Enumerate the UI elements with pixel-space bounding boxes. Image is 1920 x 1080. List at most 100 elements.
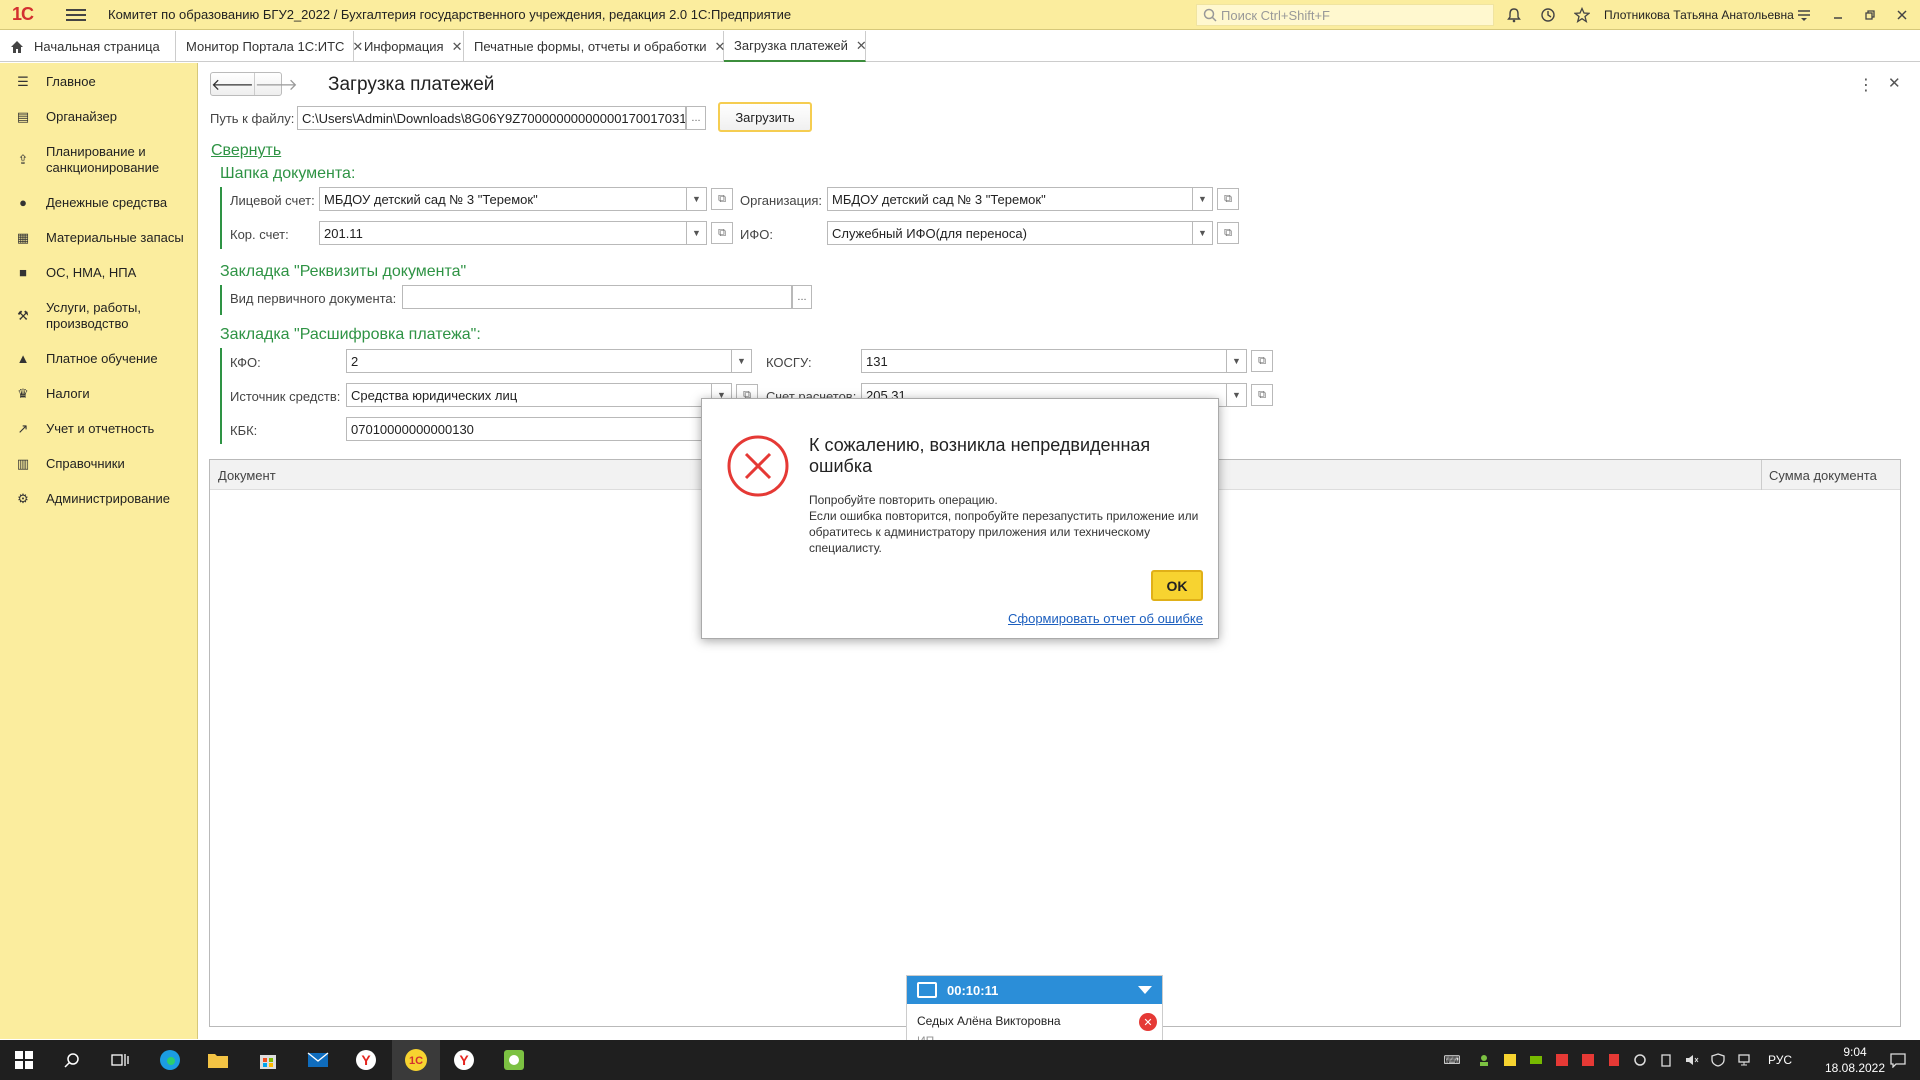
chevron-down-icon[interactable]: ▼ [732,349,752,373]
sidebar-item-paid-education[interactable]: ▲ Платное обучение [0,351,198,369]
task-view-icon[interactable] [108,1048,132,1072]
sidebar-item-taxes[interactable]: ♛ Налоги [0,386,198,404]
tray-app-icon[interactable] [1502,1052,1518,1068]
current-user-name[interactable]: Плотникова Татьяна Анатольевна [1604,8,1794,22]
battery-icon[interactable] [1658,1052,1674,1068]
store-icon[interactable] [256,1048,280,1072]
sidebar-item-main[interactable]: ☰ Главное [0,74,198,92]
open-icon[interactable]: ⧉ [1217,188,1239,210]
sidebar-item-label: ОС, НМА, НПА [46,265,137,280]
open-icon[interactable]: ⧉ [1251,350,1273,372]
chevron-down-icon[interactable]: ▼ [687,187,707,211]
kfo-field[interactable]: 2 [346,349,732,373]
remote-assistant-icon[interactable] [502,1048,526,1072]
tab-home[interactable]: Начальная страница [0,31,176,62]
clock[interactable]: 9:04 18.08.2022 [1820,1044,1890,1076]
close-tab-icon[interactable]: ✕ [856,38,867,54]
ifo-field[interactable]: Служебный ИФО(для переноса) [827,221,1193,245]
back-arrow-icon[interactable]: 🡐 [211,73,254,95]
tray-app-icon[interactable] [1606,1052,1622,1068]
kbk-field[interactable]: 07010000000000130 [346,417,712,441]
error-message: Попробуйте повторить операцию. Если ошиб… [809,492,1209,556]
sidebar-item-label: Органайзер [46,109,117,124]
star-icon[interactable] [1572,5,1592,25]
tab-label: Монитор Портала 1С:ИТС [186,39,345,54]
open-icon[interactable]: ⧉ [711,188,733,210]
monitor-icon [917,982,937,998]
tray-app-icon[interactable] [1476,1052,1492,1068]
yandex-browser-icon[interactable]: Y [354,1048,378,1072]
edge-browser-icon[interactable] [158,1048,182,1072]
input-language[interactable]: РУС [1768,1053,1792,1067]
sidebar-item-money[interactable]: ● Денежные средства [0,195,198,213]
minimize-icon[interactable] [1828,5,1848,25]
open-icon[interactable]: ⧉ [1251,384,1273,406]
sidebar-item-fixed-assets[interactable]: ■ ОС, НМА, НПА [0,265,198,283]
notifications-icon[interactable] [1890,1052,1906,1068]
chevron-down-icon[interactable]: ▼ [1193,187,1213,211]
global-search-input[interactable]: Поиск Ctrl+Shift+F [1196,4,1494,26]
close-window-icon[interactable] [1892,5,1912,25]
sidebar-item-administration[interactable]: ⚙ Администрирование [0,491,198,509]
column-header-amount[interactable]: Сумма документа [1769,468,1877,483]
end-session-icon[interactable]: ✕ [1139,1013,1157,1031]
select-primary-doc-button[interactable]: ... [792,285,812,309]
settings-menu-icon[interactable] [1794,5,1814,25]
yandex-browser-icon[interactable]: Y [452,1048,476,1072]
sidebar-item-accounting[interactable]: ↗ Учет и отчетность [0,421,198,439]
browse-file-button[interactable]: ... [686,106,706,130]
file-path-label: Путь к файлу: [210,111,295,126]
close-tab-icon[interactable]: ✕ [452,39,463,55]
tray-app-icon[interactable] [1554,1052,1570,1068]
bell-icon[interactable] [1504,5,1524,25]
tab-load-payments[interactable]: Загрузка платежей ✕ [724,31,867,62]
1c-app-icon[interactable]: 1С [392,1040,440,1080]
close-form-icon[interactable]: ✕ [1888,74,1901,92]
history-icon[interactable] [1538,5,1558,25]
error-report-link[interactable]: Сформировать отчет об ошибке [1008,611,1203,626]
hamburger-menu-icon[interactable] [66,8,86,21]
collapse-link[interactable]: Свернуть [211,142,281,160]
tab-print-forms[interactable]: Печатные формы, отчеты и обработки ✕ [464,31,725,62]
tray-app-icon[interactable] [1528,1052,1544,1068]
tab-information[interactable]: Информация ✕ [354,31,464,62]
primary-doc-field[interactable] [402,285,792,309]
chevron-down-icon[interactable]: ▼ [1227,383,1247,407]
forward-arrow-icon[interactable]: 🡒 [253,73,298,95]
organization-field[interactable]: МБДОУ детский сад № 3 "Теремок" [827,187,1193,211]
sidebar-item-references[interactable]: ▥ Справочники [0,456,198,474]
sidebar-item-services[interactable]: ⚒ Услуги, работы, производство [0,300,198,334]
file-explorer-icon[interactable] [206,1048,230,1072]
open-icon[interactable]: ⧉ [711,222,733,244]
chevron-down-icon[interactable] [1138,986,1152,994]
books-icon: ▥ [16,456,30,471]
keyboard-icon[interactable]: ⌨ [1443,1052,1460,1068]
sidebar-item-organizer[interactable]: ▤ Органайзер [0,109,198,127]
shield-icon[interactable] [1710,1052,1726,1068]
file-path-input[interactable]: C:\Users\Admin\Downloads\8G06Y9Z70000000… [297,106,686,130]
restore-icon[interactable] [1860,5,1880,25]
open-icon[interactable]: ⧉ [1217,222,1239,244]
more-options-icon[interactable]: ⋮ [1858,75,1874,95]
tab-its-monitor[interactable]: Монитор Портала 1С:ИТС ✕ [176,31,363,62]
tray-app-icon[interactable] [1580,1052,1596,1068]
chevron-down-icon[interactable]: ▼ [687,221,707,245]
kosgu-field[interactable]: 131 [861,349,1227,373]
sidebar-item-inventory[interactable]: ▦ Материальные запасы [0,230,198,248]
network-icon[interactable] [1736,1052,1752,1068]
tray-app-icon[interactable] [1632,1052,1648,1068]
column-header-document[interactable]: Документ [218,468,276,483]
volume-muted-icon[interactable] [1684,1052,1700,1068]
corr-account-field[interactable]: 201.11 [319,221,687,245]
search-icon[interactable] [60,1048,84,1072]
sidebar-item-planning[interactable]: ⇪ Планирование и санкционирование [0,144,198,178]
ok-button[interactable]: OK [1151,570,1203,601]
load-button[interactable]: Загрузить [718,102,812,132]
funding-source-field[interactable]: Средства юридических лиц [346,383,712,407]
mail-icon[interactable] [306,1048,330,1072]
chevron-down-icon[interactable]: ▼ [1227,349,1247,373]
personal-account-field[interactable]: МБДОУ детский сад № 3 "Теремок" [319,187,687,211]
session-header[interactable]: 00:10:11 [907,976,1162,1004]
chevron-down-icon[interactable]: ▼ [1193,221,1213,245]
windows-start-icon[interactable] [12,1048,36,1072]
